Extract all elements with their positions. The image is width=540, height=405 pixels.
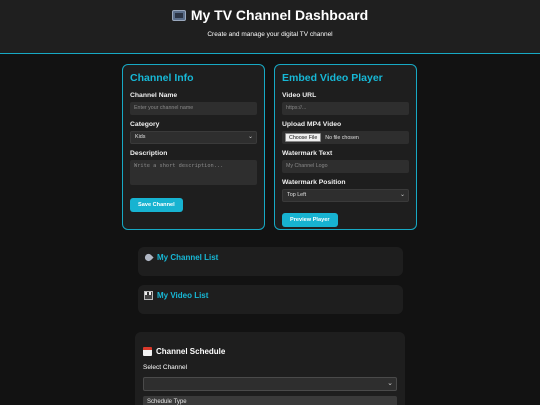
satellite-icon — [143, 252, 154, 263]
preview-player-button[interactable]: Preview Player — [282, 213, 338, 227]
watermark-position-label: Watermark Position — [282, 179, 346, 186]
upload-video-label: Upload MP4 Video — [282, 121, 342, 128]
watermark-text-input[interactable]: My Channel Logo — [282, 160, 409, 173]
calendar-icon — [143, 347, 152, 356]
channel-list-heading[interactable]: My Channel List — [143, 252, 219, 263]
embed-player-heading: Embed Video Player — [282, 72, 383, 84]
video-url-label: Video URL — [282, 92, 317, 99]
chevron-down-icon: ⌄ — [399, 192, 405, 198]
channel-info-heading: Channel Info — [130, 72, 194, 84]
category-select-value: Kids — [135, 134, 146, 140]
category-label: Category — [130, 121, 160, 128]
page-title: My TV Channel Dashboard — [190, 7, 369, 23]
channel-list-card: My Channel List — [138, 247, 403, 276]
category-select[interactable]: Kids ⌄ — [130, 131, 257, 144]
watermark-position-select[interactable]: Top Left ⌄ — [282, 189, 409, 202]
chevron-down-icon: ⌄ — [247, 134, 253, 140]
schedule-type-label: Schedule Type — [143, 396, 397, 405]
watermark-position-value: Top Left — [287, 192, 307, 198]
channel-name-input[interactable]: Enter your channel name — [130, 102, 257, 115]
video-list-heading-text: My Video List — [157, 291, 209, 300]
channel-name-label: Channel Name — [130, 92, 178, 99]
channel-schedule-heading-text: Channel Schedule — [156, 347, 226, 356]
upload-video-field: Choose File No file chosen — [282, 131, 409, 144]
description-label: Description — [130, 150, 168, 157]
page-subtitle: Create and manage your digital TV channe… — [207, 31, 333, 38]
page-title-row: My TV Channel Dashboard — [0, 7, 540, 23]
video-list-heading[interactable]: My Video List — [144, 291, 208, 300]
save-channel-button[interactable]: Save Channel — [130, 198, 183, 212]
channel-schedule-card: Channel Schedule Select Channel ⌄ Schedu… — [135, 332, 405, 405]
select-channel-dropdown[interactable]: ⌄ — [143, 377, 397, 391]
watermark-text-label: Watermark Text — [282, 150, 333, 157]
channel-list-heading-text: My Channel List — [157, 253, 219, 262]
select-channel-label: Select Channel — [143, 364, 188, 371]
clapperboard-icon — [144, 291, 153, 300]
choose-file-button[interactable]: Choose File — [285, 133, 322, 142]
no-file-text: No file chosen — [325, 134, 359, 141]
chevron-down-icon: ⌄ — [387, 380, 393, 387]
video-url-input[interactable]: https://... — [282, 102, 409, 115]
video-list-card: My Video List — [138, 285, 403, 314]
channel-info-panel: Channel Info Channel Name Enter your cha… — [122, 64, 265, 230]
embed-player-panel: Embed Video Player Video URL https://...… — [274, 64, 417, 230]
tv-icon — [171, 9, 186, 21]
description-textarea[interactable]: Write a short description... — [130, 160, 257, 185]
dashboard-header: My TV Channel Dashboard Create and manag… — [0, 0, 540, 54]
channel-schedule-heading: Channel Schedule — [143, 347, 225, 356]
